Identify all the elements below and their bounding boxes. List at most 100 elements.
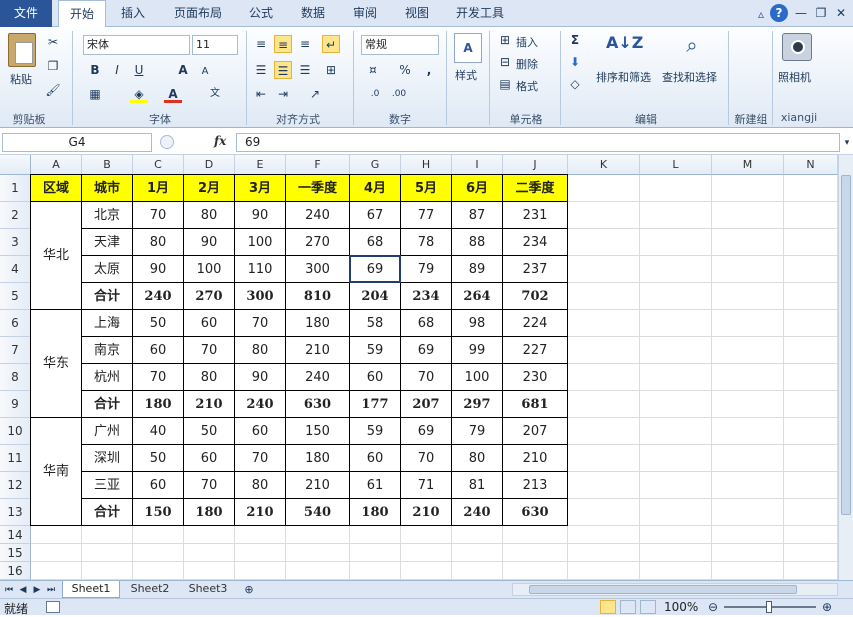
horizontal-scrollbar[interactable] [512,583,838,596]
grid-cell[interactable] [235,526,286,544]
grid-cell[interactable] [568,499,640,526]
grid-cell[interactable] [784,544,838,562]
grid-cell[interactable] [784,256,838,283]
minimize-ribbon-icon[interactable]: ▵ [752,5,770,23]
tab-page-layout[interactable]: 页面布局 [166,0,230,27]
grid-cell[interactable] [712,445,784,472]
insert-cells-icon[interactable]: ⊞ [496,31,514,49]
total-cell[interactable]: 234 [401,283,452,310]
tab-file[interactable]: 文件 [0,0,52,27]
data-cell[interactable]: 210 [503,445,568,472]
data-cell[interactable]: 240 [286,364,350,391]
data-cell[interactable]: 210 [286,337,350,364]
select-all-corner[interactable] [0,155,31,175]
prev-sheet-icon[interactable]: ◀ [16,581,30,599]
column-header-b[interactable]: B [82,155,133,175]
grid-cell[interactable] [31,526,82,544]
grid-cell[interactable] [503,526,568,544]
total-cell[interactable]: 合计 [82,391,133,418]
data-cell[interactable]: 60 [350,364,401,391]
align-left-icon[interactable]: ☰ [252,61,270,79]
grid-cell[interactable] [350,562,401,580]
data-cell[interactable]: 70 [235,445,286,472]
column-header-e[interactable]: E [235,155,286,175]
data-cell[interactable]: 150 [286,418,350,445]
data-cell[interactable]: 79 [401,256,452,283]
delete-cells-icon[interactable]: ⊟ [496,53,514,71]
window-restore-icon[interactable]: ❐ [812,4,830,22]
borders-icon[interactable]: ▦ [86,85,104,103]
data-cell[interactable]: 81 [452,472,503,499]
column-header-i[interactable]: I [452,155,503,175]
formula-bar-handle-icon[interactable] [160,135,174,149]
data-cell[interactable]: 三亚 [82,472,133,499]
total-cell[interactable]: 297 [452,391,503,418]
grid-cell[interactable] [568,526,640,544]
total-cell[interactable]: 210 [235,499,286,526]
align-center-icon[interactable]: ☰ [274,61,292,79]
data-cell[interactable]: 224 [503,310,568,337]
grid-cell[interactable] [640,544,712,562]
data-cell[interactable]: 北京 [82,202,133,229]
copy-icon[interactable]: ❐ [44,57,62,75]
grid-cell[interactable] [640,364,712,391]
data-cell[interactable]: 227 [503,337,568,364]
grid-cell[interactable] [184,526,235,544]
grid-cell[interactable] [784,364,838,391]
grid-cell[interactable] [640,175,712,202]
grid-cell[interactable] [184,562,235,580]
total-cell[interactable]: 180 [350,499,401,526]
grid-cell[interactable] [640,562,712,580]
table-header-cell[interactable]: 5月 [401,175,452,202]
data-cell[interactable]: 深圳 [82,445,133,472]
cut-icon[interactable]: ✂ [44,33,62,51]
grid-cell[interactable] [452,526,503,544]
grid-cell[interactable] [640,526,712,544]
fill-icon[interactable]: ⬇ [566,53,584,71]
table-header-cell[interactable]: 区域 [31,175,82,202]
align-middle-icon[interactable]: ≡ [274,35,292,53]
grid-cell[interactable] [568,229,640,256]
grid-cell[interactable] [712,256,784,283]
total-cell[interactable]: 810 [286,283,350,310]
grid-cell[interactable] [640,499,712,526]
tab-review[interactable]: 审阅 [344,0,386,27]
grid-cell[interactable] [31,562,82,580]
format-cells-button[interactable]: 格式 [516,78,538,94]
total-cell[interactable]: 合计 [82,499,133,526]
table-header-cell[interactable]: 4月 [350,175,401,202]
column-header-d[interactable]: D [184,155,235,175]
grid-cell[interactable] [568,310,640,337]
vertical-scrollbar[interactable] [838,155,853,580]
data-cell[interactable]: 230 [503,364,568,391]
grid-cell[interactable] [568,256,640,283]
data-cell[interactable]: 80 [452,445,503,472]
grid-cell[interactable] [401,562,452,580]
grid-cell[interactable] [133,526,184,544]
data-cell[interactable]: 60 [184,445,235,472]
grid-cell[interactable] [784,526,838,544]
zoom-level[interactable]: 100% [664,600,698,614]
grid-cell[interactable] [133,562,184,580]
grid-cell[interactable] [640,445,712,472]
grid-cell[interactable] [640,310,712,337]
fill-color-icon[interactable]: ◈ [130,85,148,103]
window-close-icon[interactable]: ✕ [832,4,850,22]
data-cell[interactable]: 60 [184,310,235,337]
tab-home[interactable]: 开始 [58,0,106,28]
data-cell[interactable]: 40 [133,418,184,445]
grid-cell[interactable] [640,202,712,229]
region-cell[interactable]: 华南 [31,418,82,526]
page-layout-view-icon[interactable] [620,600,636,614]
column-header-j[interactable]: J [503,155,568,175]
tab-insert[interactable]: 插入 [112,0,154,27]
total-cell[interactable]: 150 [133,499,184,526]
grid-cell[interactable] [568,283,640,310]
data-cell[interactable]: 71 [401,472,452,499]
table-header-cell[interactable]: 城市 [82,175,133,202]
bold-icon[interactable]: B [86,61,104,79]
grid-cell[interactable] [640,283,712,310]
grid-cell[interactable] [31,544,82,562]
data-cell[interactable]: 59 [350,337,401,364]
grid-cell[interactable] [712,364,784,391]
